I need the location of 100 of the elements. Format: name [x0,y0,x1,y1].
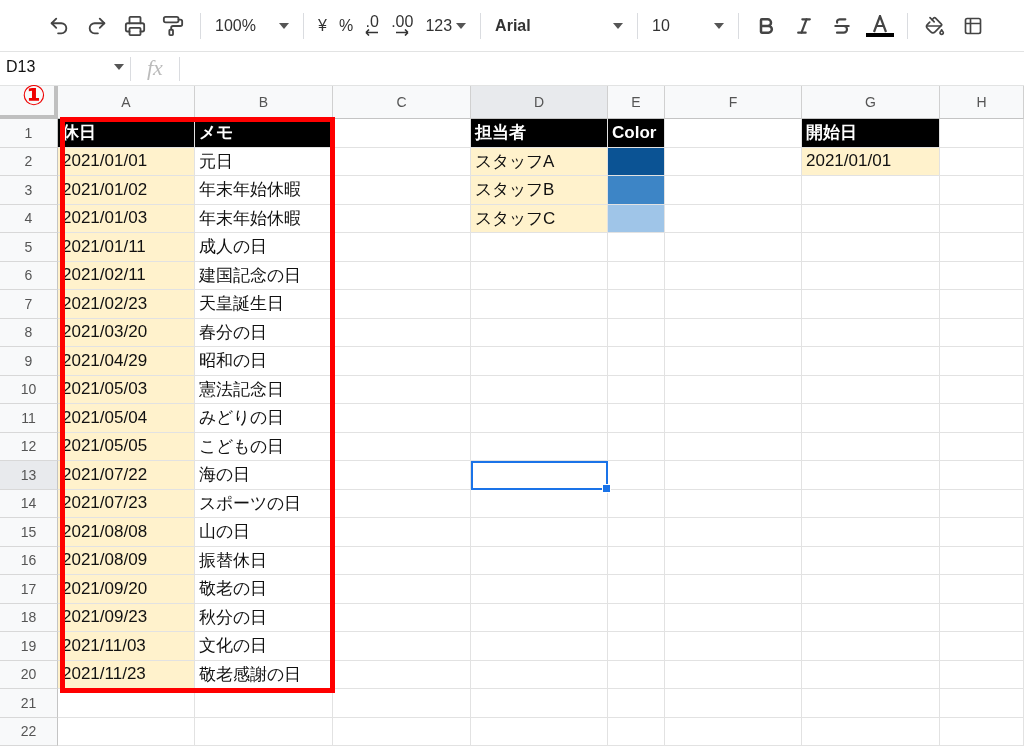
table-cell[interactable] [940,518,1024,547]
number-format-dropdown[interactable]: 123 [419,9,473,42]
table-cell[interactable] [195,717,333,746]
font-dropdown[interactable]: Arial [489,9,630,42]
column-header[interactable]: C [333,86,471,119]
column-header[interactable]: F [665,86,802,119]
table-cell[interactable] [940,147,1024,176]
row-header[interactable]: 3 [0,176,58,205]
table-cell[interactable] [471,689,608,718]
table-cell[interactable] [940,689,1024,718]
table-cell[interactable] [940,432,1024,461]
table-cell[interactable] [802,290,940,319]
table-cell[interactable] [940,404,1024,433]
table-cell[interactable] [802,489,940,518]
table-cell[interactable] [802,375,940,404]
row-header[interactable]: 21 [0,689,58,718]
decrease-decimal-button[interactable]: .0 [359,7,386,44]
row-header[interactable]: 2 [0,147,58,176]
table-cell[interactable] [940,318,1024,347]
row-header[interactable]: 19 [0,632,58,661]
table-cell[interactable] [802,689,940,718]
table-cell[interactable] [802,660,940,689]
table-cell[interactable] [665,347,802,376]
table-cell[interactable] [940,489,1024,518]
row-header[interactable]: 14 [0,489,58,518]
column-header[interactable]: B [195,86,333,119]
table-cell[interactable] [940,660,1024,689]
table-cell[interactable] [802,546,940,575]
table-cell[interactable] [471,575,608,604]
table-cell[interactable] [333,546,471,575]
table-cell[interactable] [608,546,665,575]
table-cell[interactable] [471,546,608,575]
table-cell[interactable] [471,347,608,376]
table-cell[interactable] [471,518,608,547]
table-cell[interactable] [802,632,940,661]
table-cell[interactable] [940,290,1024,319]
table-cell[interactable] [333,632,471,661]
table-cell[interactable] [665,119,802,148]
table-cell[interactable] [665,689,802,718]
table-cell[interactable] [471,318,608,347]
table-cell[interactable] [802,204,940,233]
table-cell[interactable] [608,717,665,746]
table-cell[interactable] [665,404,802,433]
table-cell[interactable] [471,404,608,433]
selected-cell[interactable] [471,461,608,490]
table-cell[interactable] [333,375,471,404]
table-cell[interactable] [665,290,802,319]
row-header[interactable]: 5 [0,233,58,262]
table-cell[interactable] [665,204,802,233]
table-cell[interactable] [940,632,1024,661]
table-cell[interactable] [802,404,940,433]
zoom-dropdown[interactable]: 100% [209,9,295,42]
table-cell[interactable] [665,575,802,604]
table-cell[interactable] [608,432,665,461]
table-cell[interactable] [471,290,608,319]
increase-decimal-button[interactable]: .00 [385,7,420,44]
table-cell[interactable] [665,518,802,547]
table-cell[interactable] [608,347,665,376]
table-cell[interactable] [333,176,471,205]
table-cell[interactable] [333,204,471,233]
fill-handle[interactable] [602,483,611,493]
table-cell[interactable] [940,461,1024,490]
table-cell[interactable] [802,347,940,376]
table-cell[interactable] [333,603,471,632]
table-cell[interactable] [940,176,1024,205]
table-cell[interactable] [608,404,665,433]
table-cell[interactable] [608,689,665,718]
table-cell[interactable] [608,461,665,490]
table-cell[interactable] [940,261,1024,290]
row-header[interactable]: 15 [0,518,58,547]
table-cell[interactable] [608,518,665,547]
row-header[interactable]: 17 [0,575,58,604]
table-cell[interactable] [802,575,940,604]
table-cell[interactable] [802,518,940,547]
table-cell[interactable] [940,546,1024,575]
table-cell[interactable] [940,603,1024,632]
table-cell[interactable] [940,119,1024,148]
row-header[interactable]: 9 [0,347,58,376]
row-header[interactable]: 13 [0,461,58,490]
table-cell[interactable] [333,119,471,148]
font-size-dropdown[interactable]: 10 [646,9,731,42]
table-cell[interactable] [333,432,471,461]
table-cell[interactable] [471,233,608,262]
table-cell[interactable] [665,375,802,404]
table-cell[interactable] [665,717,802,746]
row-header[interactable]: 1 [0,119,58,148]
table-cell[interactable] [665,489,802,518]
table-cell[interactable] [665,233,802,262]
row-header[interactable]: 8 [0,318,58,347]
table-cell[interactable] [940,347,1024,376]
table-cell[interactable] [608,233,665,262]
table-cell[interactable] [333,347,471,376]
table-cell[interactable] [665,176,802,205]
table-cell[interactable] [471,375,608,404]
table-cell[interactable] [665,318,802,347]
table-cell[interactable] [471,660,608,689]
row-header[interactable]: 7 [0,290,58,319]
table-cell[interactable] [471,632,608,661]
table-cell[interactable] [940,375,1024,404]
table-cell[interactable] [802,233,940,262]
